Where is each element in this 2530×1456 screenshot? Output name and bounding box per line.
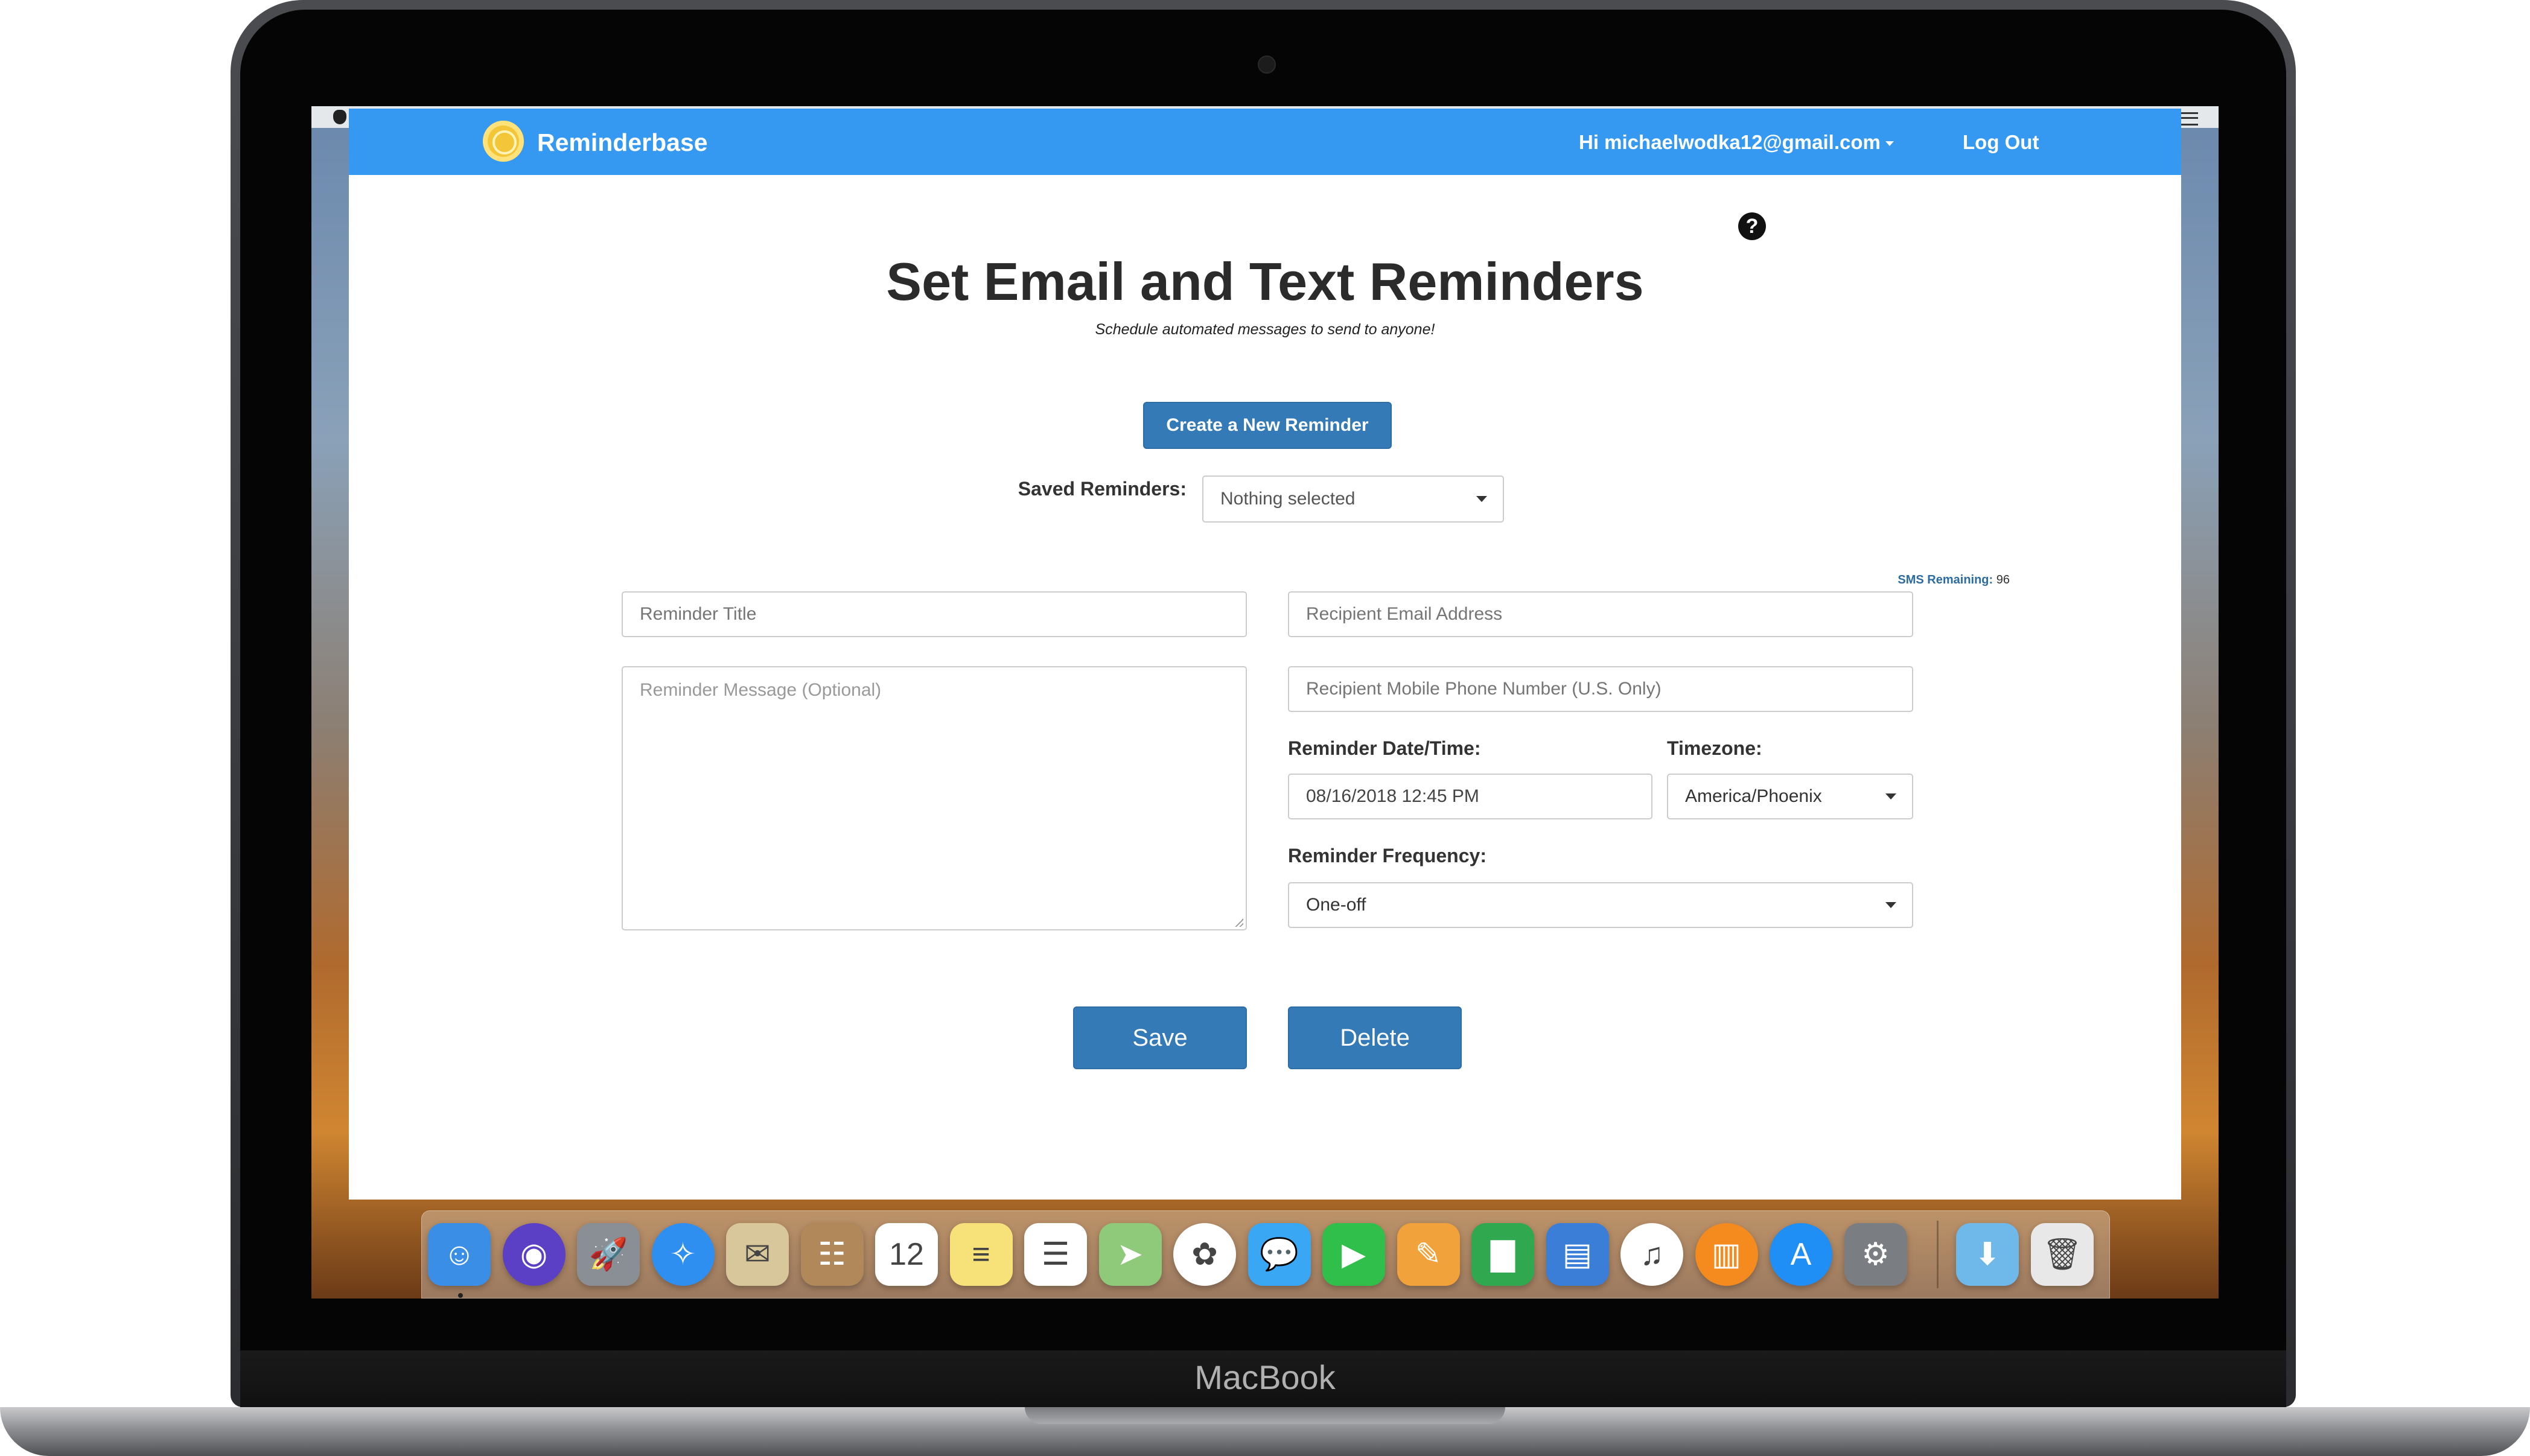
user-dropdown[interactable]: Hi michaelwodka12@gmail.com — [1579, 127, 1894, 158]
reminder-message-placeholder: Reminder Message (Optional) — [640, 680, 882, 700]
save-button[interactable]: Save — [1073, 1006, 1247, 1069]
brand-name[interactable]: Reminderbase — [537, 124, 708, 161]
maps-icon[interactable]: ➤ — [1098, 1223, 1162, 1286]
reminder-date-input[interactable]: 08/16/2018 12:45 PM — [1288, 774, 1652, 819]
itunes-icon[interactable]: ♫ — [1620, 1223, 1683, 1286]
help-icon[interactable]: ? — [1738, 212, 1766, 240]
downloads-folder-icon[interactable]: ⬇ — [1956, 1223, 2019, 1286]
notification-center-icon[interactable] — [2181, 112, 2198, 126]
logout-link[interactable]: Log Out — [1963, 127, 2039, 158]
facetime-icon[interactable]: ▶ — [1322, 1223, 1385, 1286]
messages-icon[interactable]: 💬 — [1247, 1223, 1311, 1286]
chevron-down-icon — [1885, 793, 1896, 800]
notes-icon[interactable]: ≡ — [949, 1223, 1013, 1286]
reminder-frequency-select[interactable]: One-off — [1288, 882, 1913, 928]
trash-icon[interactable]: 🗑 — [2031, 1223, 2094, 1286]
chevron-down-icon — [1885, 902, 1896, 908]
browser-window: Reminderbase Hi michaelwodka12@gmail.com… — [349, 109, 2181, 1200]
reminder-frequency-label: Reminder Frequency: — [1288, 845, 1486, 866]
sms-remaining-label: SMS Remaining: — [1898, 573, 1993, 587]
saved-reminders-select[interactable]: Nothing selected — [1202, 475, 1504, 523]
page-subtitle: Schedule automated messages to send to a… — [1095, 321, 1435, 338]
recipient-email-input[interactable] — [1288, 591, 1913, 637]
user-greeting: Hi michaelwodka12@gmail.com — [1579, 131, 1881, 153]
resize-grip-icon[interactable] — [1235, 918, 1243, 927]
numbers-icon[interactable]: ▇ — [1471, 1223, 1534, 1286]
saved-reminders-label: Saved Reminders: — [1018, 478, 1187, 500]
photos-icon[interactable]: ✿ — [1173, 1223, 1236, 1286]
running-indicator — [458, 1293, 463, 1298]
create-reminder-button[interactable]: Create a New Reminder — [1143, 402, 1392, 449]
saved-reminders-value: Nothing selected — [1220, 489, 1356, 509]
finder-icon[interactable]: ☺ — [428, 1223, 491, 1286]
reminderbase-logo-icon[interactable] — [483, 121, 524, 162]
dock: ☺ ◉ 🚀 ✧ ✉ ☷ 12 ≡ ☰ ➤ ✿ 💬 ▶ ✎ ▇ ▤ ♫ ▥ A ⚙ ⬇ 🗑 — [421, 1210, 2110, 1299]
system-preferences-icon[interactable]: ⚙ — [1844, 1223, 1907, 1286]
reminders-icon[interactable]: ☰ — [1024, 1223, 1087, 1286]
siri-icon[interactable]: ◉ — [502, 1223, 566, 1286]
pages-icon[interactable]: ✎ — [1397, 1223, 1460, 1286]
navbar: Reminderbase Hi michaelwodka12@gmail.com… — [349, 109, 2181, 175]
reminder-title-input[interactable] — [622, 591, 1247, 637]
reminder-message-textarea[interactable]: Reminder Message (Optional) — [622, 666, 1247, 930]
chevron-down-icon — [1476, 496, 1487, 502]
launchpad-icon[interactable]: 🚀 — [577, 1223, 640, 1286]
device-brand-label: MacBook — [1194, 1358, 1336, 1396]
contacts-icon[interactable]: ☷ — [800, 1223, 864, 1286]
app-store-icon[interactable]: A — [1770, 1223, 1832, 1286]
page-title: Set Email and Text Reminders — [886, 252, 1644, 311]
laptop-notch — [1025, 1407, 1505, 1424]
reminder-frequency-value: One-off — [1306, 895, 1366, 915]
timezone-value: America/Phoenix — [1685, 786, 1822, 806]
caret-down-icon — [1885, 141, 1894, 147]
keynote-icon[interactable]: ▤ — [1546, 1223, 1609, 1286]
timezone-label: Timezone: — [1667, 737, 1762, 759]
recipient-phone-input[interactable] — [1288, 666, 1913, 712]
camera-icon — [1258, 56, 1276, 74]
ibooks-icon[interactable]: ▥ — [1695, 1223, 1758, 1286]
apple-menu-icon[interactable] — [333, 110, 346, 124]
mail-icon[interactable]: ✉ — [726, 1223, 789, 1286]
delete-button[interactable]: Delete — [1288, 1006, 1462, 1069]
dock-separator — [1937, 1221, 1939, 1288]
safari-icon[interactable]: ✧ — [651, 1223, 715, 1286]
calendar-icon[interactable]: 12 — [875, 1223, 938, 1286]
desktop-screen: Reminderbase Hi michaelwodka12@gmail.com… — [311, 106, 2219, 1299]
reminder-date-label: Reminder Date/Time: — [1288, 737, 1481, 759]
timezone-select[interactable]: America/Phoenix — [1667, 774, 1913, 819]
sms-remaining-count: 96 — [1996, 573, 2010, 587]
sms-remaining: SMS Remaining: 96 — [1756, 573, 2010, 587]
